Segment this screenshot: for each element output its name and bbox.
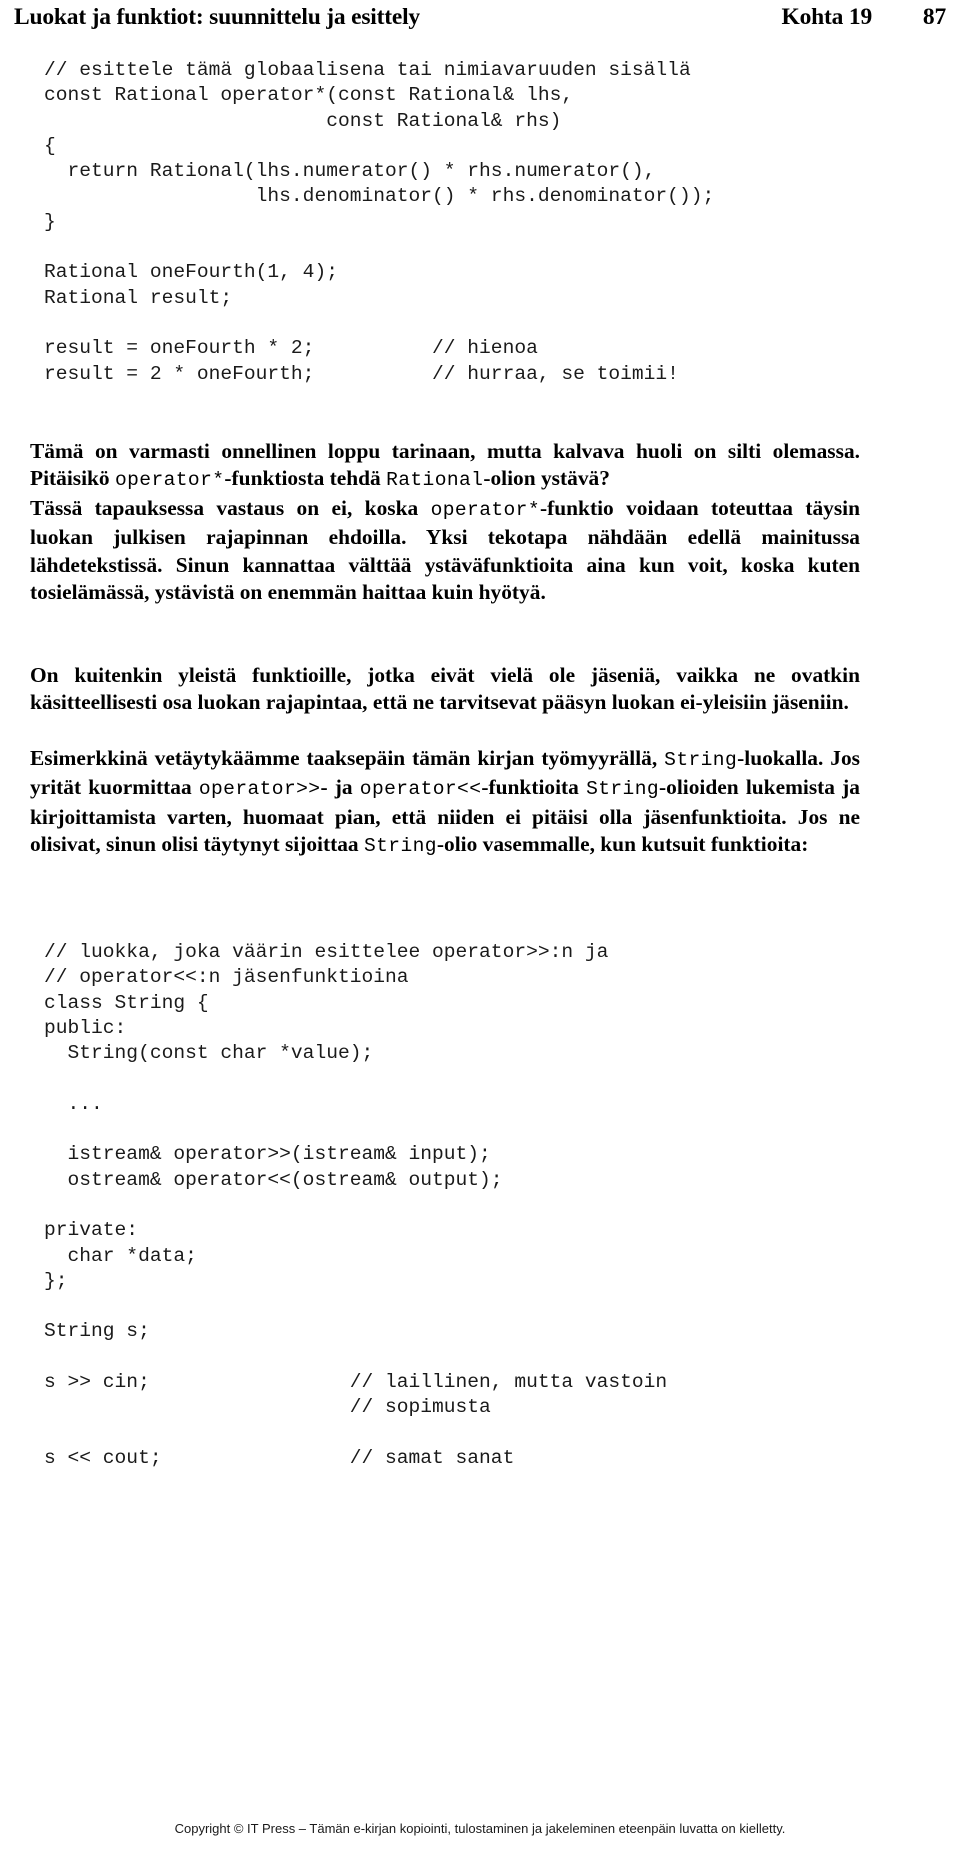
inline-code: String xyxy=(586,778,660,801)
code-line: Rational result; xyxy=(44,286,233,309)
inline-code: operator* xyxy=(430,499,541,521)
code-block-rational-operator: // esittele tämä globaalisena tai nimiav… xyxy=(44,58,714,387)
paragraph-text: Tässä tapauksessa vastaus on ei, koska xyxy=(30,496,431,520)
inline-code: Rational xyxy=(386,469,484,492)
code-line: ... xyxy=(44,1092,103,1115)
code-line: // luokka, joka väärin esittelee operato… xyxy=(44,941,609,963)
copyright-footer: Copyright © IT Press – Tämän e-kirjan ko… xyxy=(174,1821,786,1836)
inline-code: String xyxy=(363,834,437,857)
code-line: Rational oneFourth(1, 4); xyxy=(44,261,338,284)
code-line: class String { xyxy=(44,991,209,1014)
code-line: private: xyxy=(44,1219,139,1242)
header-page-number: 87 xyxy=(922,4,946,30)
code-line: const Rational& rhs) xyxy=(44,109,562,132)
paragraph-text: -olion ystävä? xyxy=(483,466,610,491)
header-chapter-title: Luokat ja funktiot: suunnittelu ja esitt… xyxy=(14,4,420,30)
code-line: String s; xyxy=(44,1320,150,1343)
code-line: // operator<<:n jäsenfunktioina xyxy=(44,966,409,989)
code-line: s >> cin; // laillinen, mutta vastoin xyxy=(44,1371,668,1394)
paragraph-text: Esimerkkinä vetäytykäämme taaksepäin täm… xyxy=(30,746,665,770)
paragraph-text: -funktioita xyxy=(481,775,587,800)
code-block-string-class: // luokka, joka väärin esittelee operato… xyxy=(44,940,667,1471)
code-line: { xyxy=(44,134,56,157)
code-line: s << cout; // samat sanat xyxy=(44,1446,515,1469)
header-section-label: Kohta 19 xyxy=(781,4,873,30)
code-line: result = oneFourth * 2; // hienoa xyxy=(44,337,538,360)
code-line: public: xyxy=(44,1016,127,1039)
code-line: String(const char *value); xyxy=(44,1042,374,1065)
code-line: char *data; xyxy=(44,1244,197,1267)
code-line: const Rational operator*(const Rational&… xyxy=(44,84,574,107)
code-line: return Rational(lhs.numerator() * rhs.nu… xyxy=(44,160,656,183)
running-header: Luokat ja funktiot: suunnittelu ja esitt… xyxy=(14,4,946,38)
code-line: }; xyxy=(44,1269,68,1292)
paragraph-text: -olio vasemmalle, kun kutsuit funktioita… xyxy=(436,831,809,856)
code-line: // esittele tämä globaalisena tai nimiav… xyxy=(44,59,691,81)
paragraph-text: - ja xyxy=(320,775,360,800)
paragraph-text: -funktiosta tehdä xyxy=(224,466,387,491)
code-line: istream& operator>>(istream& input); xyxy=(44,1143,491,1166)
code-line: } xyxy=(44,210,56,233)
inline-code: operator>> xyxy=(198,778,321,801)
paragraph-string-example: Esimerkkinä vetäytykäämme taaksepäin täm… xyxy=(30,745,860,860)
paragraph-avoid-friends: Tässä tapauksessa vastaus on ei, koska o… xyxy=(30,495,860,606)
paragraph-text: On kuitenkin yleistä funktioille, jotka … xyxy=(30,663,860,715)
paragraph-nonmember-access: On kuitenkin yleistä funktioille, jotka … xyxy=(30,662,860,717)
inline-code: operator* xyxy=(114,469,225,492)
document-page: Luokat ja funktiot: suunnittelu ja esitt… xyxy=(0,0,960,1850)
inline-code: String xyxy=(664,749,738,771)
inline-code: operator<< xyxy=(359,778,482,801)
code-line: lhs.denominator() * rhs.denominator()); xyxy=(44,185,715,208)
code-line: ostream& operator<<(ostream& output); xyxy=(44,1168,503,1191)
code-line: // sopimusta xyxy=(44,1396,491,1419)
code-line: result = 2 * oneFourth; // hurraa, se to… xyxy=(44,362,679,385)
paragraph-friendship-question: Tämä on varmasti onnellinen loppu tarina… xyxy=(30,438,860,495)
